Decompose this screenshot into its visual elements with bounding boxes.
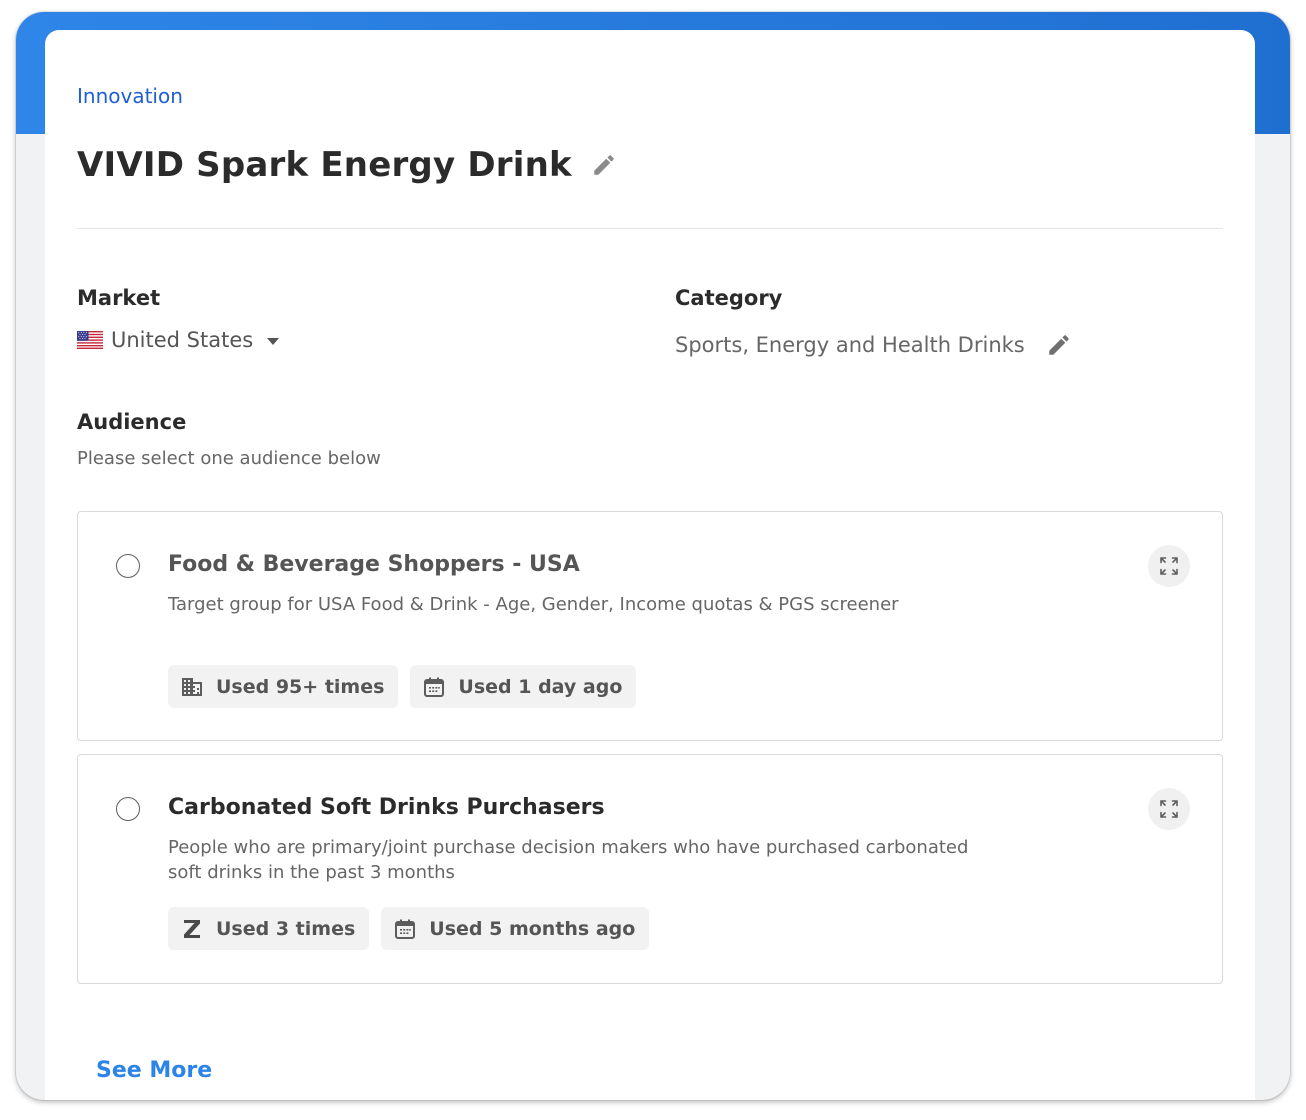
usage-chip: Used 95+ times (168, 665, 399, 708)
see-more-link[interactable]: See More (96, 1056, 212, 1086)
building-icon (182, 677, 202, 696)
market-label: Market (77, 286, 161, 310)
recency-chip: Used 1 day ago (410, 665, 637, 708)
calendar-icon (424, 677, 445, 697)
title-row: VIVID Spark Energy Drink (77, 142, 618, 188)
z-logo-icon (184, 919, 200, 938)
market-value: United States (111, 328, 254, 352)
audience-description: People who are primary/joint purchase de… (168, 837, 969, 883)
category-label: Category (675, 286, 783, 310)
last-used: Used 1 day ago (458, 675, 623, 698)
expand-icon (1160, 557, 1178, 575)
calendar-icon (395, 919, 416, 939)
audience-help-text: Please select one audience below (77, 448, 381, 469)
audience-description: Target group for USA Food & Drink - Age,… (168, 594, 899, 615)
audience-card[interactable]: Food & Beverage Shoppers - USA Target gr… (77, 511, 1223, 741)
audience-label: Audience (77, 410, 187, 434)
recency-chip: Used 5 months ago (381, 907, 650, 950)
pencil-icon (1048, 335, 1069, 355)
usage-chip: Used 3 times (168, 907, 370, 950)
expand-button[interactable] (1148, 788, 1190, 830)
us-flag-icon (77, 331, 103, 349)
divider (77, 228, 1223, 229)
expand-button[interactable] (1148, 545, 1190, 587)
audience-name: Carbonated Soft Drinks Purchasers (168, 795, 605, 820)
window-frame: Innovation VIVID Spark Energy Drink Mark… (16, 12, 1290, 1100)
audience-stats: Used 3 times Used 5 months ago (168, 907, 650, 950)
market-dropdown[interactable]: United States (77, 326, 280, 354)
audience-radio[interactable] (116, 554, 140, 578)
usage-count: Used 95+ times (216, 675, 385, 698)
audience-radio[interactable] (116, 797, 140, 821)
last-used: Used 5 months ago (429, 917, 636, 940)
category-row: Sports, Energy and Health Drinks (675, 331, 1073, 359)
breadcrumb-innovation[interactable]: Innovation (77, 82, 183, 110)
audience-name: Food & Beverage Shoppers - USA (168, 552, 580, 577)
edit-category-button[interactable] (1045, 331, 1073, 359)
pencil-icon (594, 155, 614, 175)
audience-card[interactable]: Carbonated Soft Drinks Purchasers People… (77, 754, 1223, 984)
project-card: Innovation VIVID Spark Energy Drink Mark… (45, 30, 1255, 1100)
caret-down-icon (267, 337, 280, 345)
page-title: VIVID Spark Energy Drink (77, 145, 572, 185)
usage-count: Used 3 times (216, 917, 356, 940)
category-value: Sports, Energy and Health Drinks (675, 333, 1025, 357)
edit-title-button[interactable] (590, 151, 618, 179)
audience-stats: Used 95+ times Used 1 day ago (168, 665, 637, 708)
expand-icon (1160, 800, 1178, 818)
